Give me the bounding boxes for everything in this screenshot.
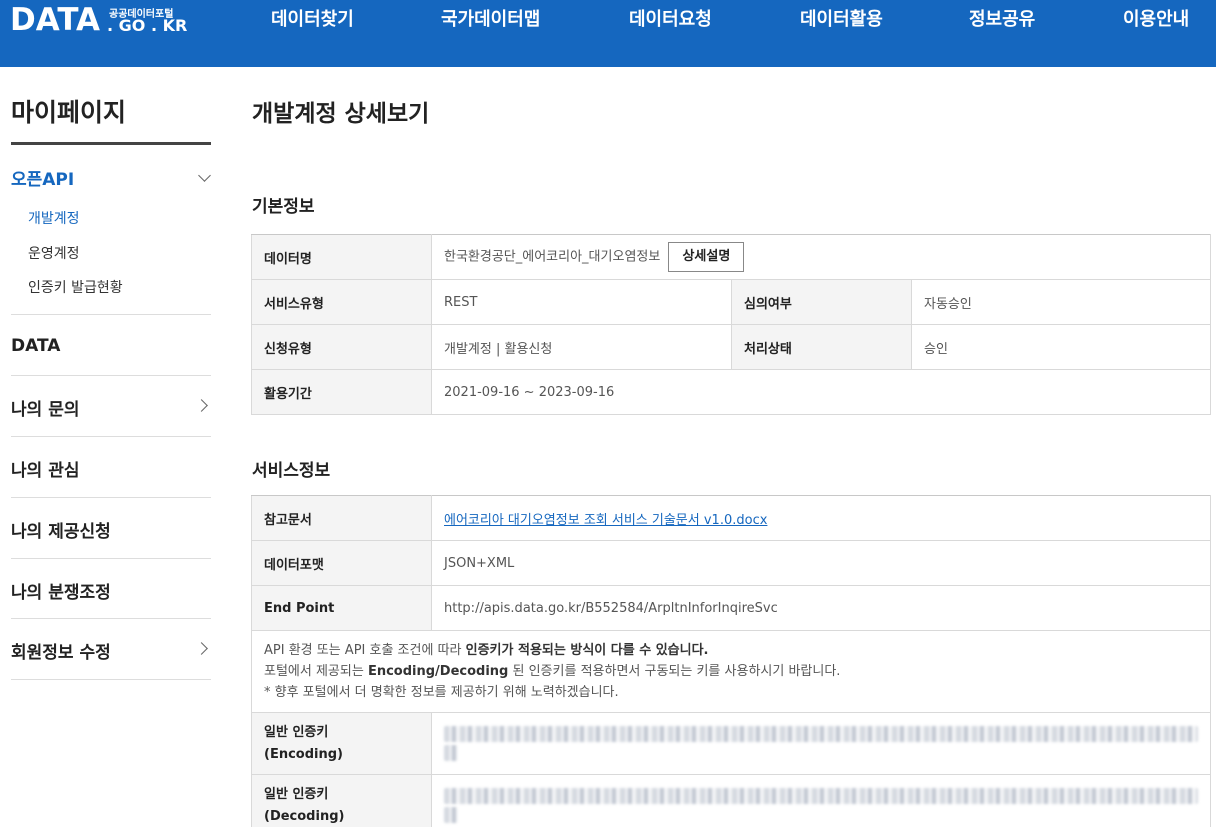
row-label: 활용기간	[251, 369, 432, 415]
page-title: 개발계정 상세보기	[252, 101, 430, 127]
table-row: 활용기간 2021-09-16 ~ 2023-09-16	[251, 369, 1211, 415]
table-row: 신청유형 개발계정 | 활용신청 처리상태 승인	[251, 324, 1211, 370]
sidebar-item-open-api[interactable]: 오픈API	[11, 165, 74, 190]
row-label: 서비스유형	[251, 279, 432, 325]
reference-doc-link[interactable]: 에어코리아 대기오염정보 조회 서비스 기술문서 v1.0.docx	[444, 513, 767, 528]
row-label-line: 일반 인증키	[264, 724, 329, 740]
section-title-service: 서비스정보	[252, 461, 331, 481]
row-label-line: (Encoding)	[264, 746, 343, 762]
sidebar-item-my-interest[interactable]: 나의 관심	[11, 456, 79, 481]
nav-item-data-use[interactable]: 데이터활용	[800, 0, 883, 40]
notice-text: 포털에서 제공되는	[264, 664, 368, 679]
ref-doc-cell: 에어코리아 대기오염정보 조회 서비스 기술문서 v1.0.docx	[431, 495, 1211, 541]
row-label-line: (Decoding)	[264, 808, 345, 824]
table-row: 서비스유형 REST 심의여부 자동승인	[251, 279, 1211, 325]
section-title-basic: 기본정보	[252, 197, 315, 217]
data-name-value: 한국환경공단_에어코리아_대기오염정보	[444, 249, 661, 265]
review-value: 자동승인	[911, 279, 1211, 325]
sidebar-subitem-ops-account[interactable]: 운영계정	[28, 243, 80, 263]
notice-text: * 향후 포털에서 더 명확한 정보를 제공하기 위해 노력하겠습니다.	[264, 685, 619, 700]
status-value: 승인	[911, 324, 1211, 370]
detail-description-button[interactable]: 상세설명	[668, 242, 745, 272]
sidebar-item-my-provide-request[interactable]: 나의 제공신청	[11, 517, 111, 542]
notice-text: API 환경 또는 API 호출 조건에 따라	[264, 643, 466, 658]
row-label: 일반 인증키 (Decoding)	[251, 774, 432, 827]
row-label: End Point	[251, 585, 432, 631]
table-row: 데이터명 한국환경공단_에어코리아_대기오염정보 상세설명	[251, 234, 1211, 280]
notice-text-bold: 인증키가 적용되는 방식이 다를 수 있습니다.	[465, 643, 709, 658]
chevron-down-icon[interactable]	[198, 169, 211, 182]
table-row: End Point http://apis.data.go.kr/B552584…	[251, 585, 1211, 631]
sidebar-subitem-key-status[interactable]: 인증키 발급현황	[28, 277, 123, 297]
sidebar-subitem-dev-account[interactable]: 개발계정	[28, 208, 80, 228]
sidebar-divider	[11, 436, 211, 437]
chevron-right-icon[interactable]	[195, 399, 208, 412]
nav-item-guide[interactable]: 이용안내	[1123, 0, 1189, 40]
row-label: 신청유형	[251, 324, 432, 370]
row-label: 심의여부	[731, 279, 912, 325]
table-row: API 환경 또는 API 호출 조건에 따라 인증키가 적용되는 방식이 다를…	[251, 630, 1211, 713]
notice-text: 된 인증키를 적용하면서 구동되는 키를 사용하시기 바랍니다.	[508, 664, 841, 679]
decoding-key-value[interactable]	[431, 774, 1211, 827]
notice-line: * 향후 포털에서 더 명확한 정보를 제공하기 위해 노력하겠습니다.	[264, 682, 1198, 703]
logo-domain-text: . GO . KR	[107, 16, 188, 35]
encoding-key-value[interactable]	[431, 712, 1211, 775]
sidebar-item-my-inquiry[interactable]: 나의 문의	[11, 395, 79, 420]
nav-item-data-request[interactable]: 데이터요청	[629, 0, 712, 40]
notice-line: 포털에서 제공되는 Encoding/Decoding 된 인증키를 적용하면서…	[264, 661, 1198, 682]
sidebar-title-divider	[11, 142, 211, 145]
table-row: 데이터포맷 JSON+XML	[251, 540, 1211, 586]
endpoint-value: http://apis.data.go.kr/B552584/ArpltnInf…	[431, 585, 1211, 631]
nav-item-data-search[interactable]: 데이터찾기	[271, 0, 354, 40]
table-row: 참고문서 에어코리아 대기오염정보 조회 서비스 기술문서 v1.0.docx	[251, 495, 1211, 541]
chevron-right-icon[interactable]	[195, 642, 208, 655]
row-label-line: 일반 인증키	[264, 786, 329, 802]
period-value: 2021-09-16 ~ 2023-09-16	[431, 369, 1211, 415]
row-label: 데이터포맷	[251, 540, 432, 586]
sidebar-item-member-edit[interactable]: 회원정보 수정	[11, 638, 111, 663]
notice-text-bold: Encoding/Decoding	[367, 664, 509, 679]
row-label: 데이터명	[251, 234, 432, 280]
table-row: 일반 인증키 (Encoding)	[251, 712, 1211, 775]
sidebar-item-my-dispute[interactable]: 나의 분쟁조정	[11, 578, 111, 603]
nav-item-info-share[interactable]: 정보공유	[969, 0, 1035, 40]
row-label: 일반 인증키 (Encoding)	[251, 712, 432, 775]
notice-line: API 환경 또는 API 호출 조건에 따라 인증키가 적용되는 방식이 다를…	[264, 640, 1198, 661]
sidebar-divider	[11, 558, 211, 559]
key-notice: API 환경 또는 API 호출 조건에 따라 인증키가 적용되는 방식이 다를…	[251, 630, 1211, 713]
logo-main-text: DATA	[10, 2, 101, 38]
redacted-key	[444, 726, 1198, 742]
data-name-cell: 한국환경공단_에어코리아_대기오염정보 상세설명	[431, 234, 1211, 280]
basic-info-table: 데이터명 한국환경공단_에어코리아_대기오염정보 상세설명 서비스유형 REST…	[251, 234, 1211, 415]
sidebar-item-data[interactable]: DATA	[11, 336, 60, 356]
sidebar-divider	[11, 618, 211, 619]
sidebar-divider	[11, 375, 211, 376]
apply-type-value: 개발계정 | 활용신청	[431, 324, 732, 370]
service-info-table: 참고문서 에어코리아 대기오염정보 조회 서비스 기술문서 v1.0.docx …	[251, 495, 1211, 827]
redacted-key	[444, 788, 1198, 804]
top-header: DATA 공공데이터포털 . GO . KR 데이터찾기 국가데이터맵 데이터요…	[0, 0, 1216, 67]
redacted-key	[444, 807, 458, 823]
sidebar-divider	[11, 497, 211, 498]
redacted-key	[444, 745, 458, 761]
sidebar-divider	[11, 314, 211, 315]
data-format-value: JSON+XML	[431, 540, 1211, 586]
nav-item-national-data-map[interactable]: 국가데이터맵	[441, 0, 540, 40]
row-label: 참고문서	[251, 495, 432, 541]
service-type-value: REST	[431, 279, 732, 325]
table-row: 일반 인증키 (Decoding)	[251, 774, 1211, 827]
row-label: 처리상태	[731, 324, 912, 370]
sidebar-title: 마이페이지	[11, 98, 127, 127]
sidebar-divider	[11, 679, 211, 680]
